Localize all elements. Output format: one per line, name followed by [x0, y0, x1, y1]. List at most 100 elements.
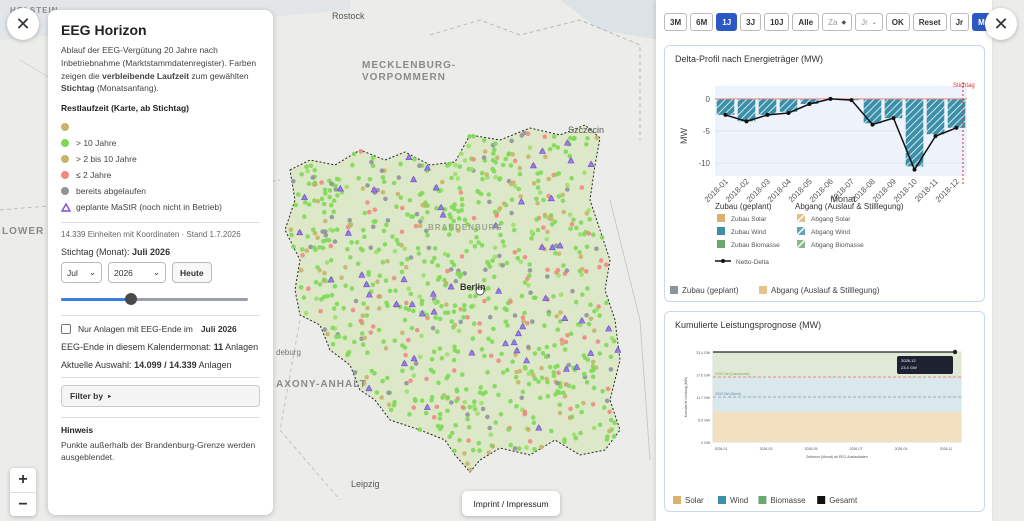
target-label: 2030 Ziel (Bund)	[715, 392, 741, 396]
map-unit-dot	[608, 367, 614, 372]
map-unit-dot	[466, 438, 471, 443]
legend-list: > 10 Jahre > 2 bis 10 Jahre ≤ 2 Jahre berei…	[61, 119, 260, 199]
map-unit-dot	[607, 409, 612, 415]
map-unit-dot	[555, 145, 561, 150]
legend-label: geplante MaStR (noch nicht in Betrieb)	[76, 202, 222, 212]
map-unit-dot	[476, 240, 481, 245]
map-unit-dot	[454, 388, 460, 394]
close-left-panel-button[interactable]: ✕	[7, 8, 39, 40]
eeg-end-filter[interactable]: Nur Anlagen mit EEG-Ende im Juli 2026	[61, 324, 260, 334]
map-unit-dot	[406, 286, 412, 292]
map-unit-dot	[419, 190, 425, 196]
panel-title: EEG Horizon	[61, 22, 147, 38]
map-unit-dot	[477, 448, 482, 453]
map-unit-dot	[591, 425, 597, 431]
map-unit-dot	[551, 134, 557, 139]
range-button-3m[interactable]: 3M	[664, 13, 688, 31]
map-unit-dot	[479, 170, 485, 176]
map-unit-dot	[557, 402, 563, 408]
eeg-end-checkbox[interactable]	[61, 324, 71, 334]
map-unit-dot	[594, 135, 600, 141]
slider-fill	[61, 298, 131, 301]
map-unit-dot	[437, 346, 443, 351]
map-unit-dot	[376, 247, 382, 252]
range-button-alle[interactable]: Alle	[792, 13, 820, 31]
granularity-jr[interactable]: Jr	[949, 13, 970, 31]
desc-part: (Monatsanfang).	[94, 83, 159, 94]
map-unit-dot	[318, 308, 323, 314]
map-unit-dot	[497, 206, 503, 211]
date-slider[interactable]	[61, 291, 260, 307]
desc-bold: Stichtag	[61, 83, 95, 94]
map-unit-dot	[331, 209, 337, 215]
eeg-end-label: EEG-Ende in diesem Kalendermonat:	[61, 342, 212, 352]
map-unit-dot	[452, 322, 458, 328]
map-unit-dot	[302, 200, 308, 205]
map-unit-dot	[433, 315, 439, 320]
map-unit-dot	[355, 261, 361, 267]
delta-chart-card: Delta-Profil nach Energieträger (MW) 0 -5…	[664, 45, 985, 302]
x-tick-label: 2026-07	[850, 447, 863, 451]
map-unit-dot	[590, 359, 596, 365]
slider-thumb[interactable]	[124, 293, 137, 305]
map-unit-dot	[302, 214, 307, 219]
eeg-end-value: 11	[213, 342, 224, 352]
year-select[interactable]: 2026 ⌄	[108, 262, 166, 283]
map-unit-dot	[498, 232, 503, 238]
map-unit-dot	[579, 409, 584, 415]
map-unit-dot	[412, 156, 417, 162]
map-unit-dot	[443, 283, 448, 288]
map-unit-dot	[394, 204, 399, 209]
ok-button[interactable]: OK	[885, 13, 910, 31]
map-unit-dot	[404, 381, 409, 386]
map-unit-dot	[477, 329, 483, 334]
map-unit-dot	[481, 155, 487, 160]
map-unit-dot	[402, 317, 408, 323]
map-unit-dot	[501, 243, 507, 249]
map-unit-dot	[444, 352, 450, 357]
map-unit-dot	[589, 368, 594, 374]
map-unit-dot	[470, 336, 476, 341]
map-unit-dot	[583, 269, 589, 274]
map-unit-dot	[516, 186, 521, 192]
target-label: 2030 Ziel (Landesziel)	[715, 372, 749, 376]
zoom-out-button[interactable]: −	[10, 492, 36, 516]
range-button-1j[interactable]: 1J	[716, 13, 738, 31]
map-unit-dot	[568, 331, 574, 337]
map-unit-dot	[594, 307, 599, 313]
chevron-down-icon: ⌄	[88, 267, 96, 277]
heute-button[interactable]: Heute	[172, 262, 212, 283]
range-button-10j[interactable]: 10J	[764, 13, 790, 31]
zoom-in-button[interactable]: +	[10, 468, 36, 492]
map-unit-dot	[306, 181, 312, 186]
date-unit-select[interactable]: Jr ⌄	[855, 13, 883, 31]
filter-by-button[interactable]: Filter by ▸	[61, 385, 260, 407]
month-select[interactable]: Jul ⌄	[61, 262, 102, 283]
imprint-button[interactable]: Imprint / Impressum	[462, 491, 560, 516]
footer-swatch	[673, 496, 681, 504]
bar-abgang-wind	[737, 98, 756, 122]
cumulative-chart[interactable]: 2030 Ziel (Landesziel) 2030 Ziel (Bund) 23…	[665, 312, 986, 513]
range-button-6m[interactable]: 6M	[690, 13, 714, 31]
close-right-panel-button[interactable]: ✕	[985, 8, 1017, 40]
map-unit-dot	[381, 339, 386, 345]
map-unit-dot	[407, 198, 413, 203]
map-unit-dot	[492, 245, 498, 251]
map-unit-dot	[303, 310, 309, 316]
map-unit-dot	[439, 355, 445, 361]
map-unit-dot	[429, 259, 435, 265]
date-from-input[interactable]: Za ◆	[822, 13, 853, 31]
map-unit-dot	[399, 269, 405, 275]
map-unit-dot	[472, 244, 478, 249]
map-unit-dot	[533, 295, 538, 301]
map-unit-dot	[584, 313, 589, 318]
range-button-3j[interactable]: 3J	[740, 13, 762, 31]
delta-chart[interactable]: 0-5-10StichtagMW2018-012018-022018-03201…	[665, 46, 986, 303]
map-unit-dot	[519, 395, 525, 401]
reset-button[interactable]: Reset	[912, 13, 947, 31]
map-unit-dot	[439, 424, 444, 430]
map-unit-dot	[330, 325, 335, 331]
map-unit-dot	[352, 339, 357, 345]
map-unit-dot	[553, 392, 558, 397]
map-unit-dot	[522, 310, 527, 316]
